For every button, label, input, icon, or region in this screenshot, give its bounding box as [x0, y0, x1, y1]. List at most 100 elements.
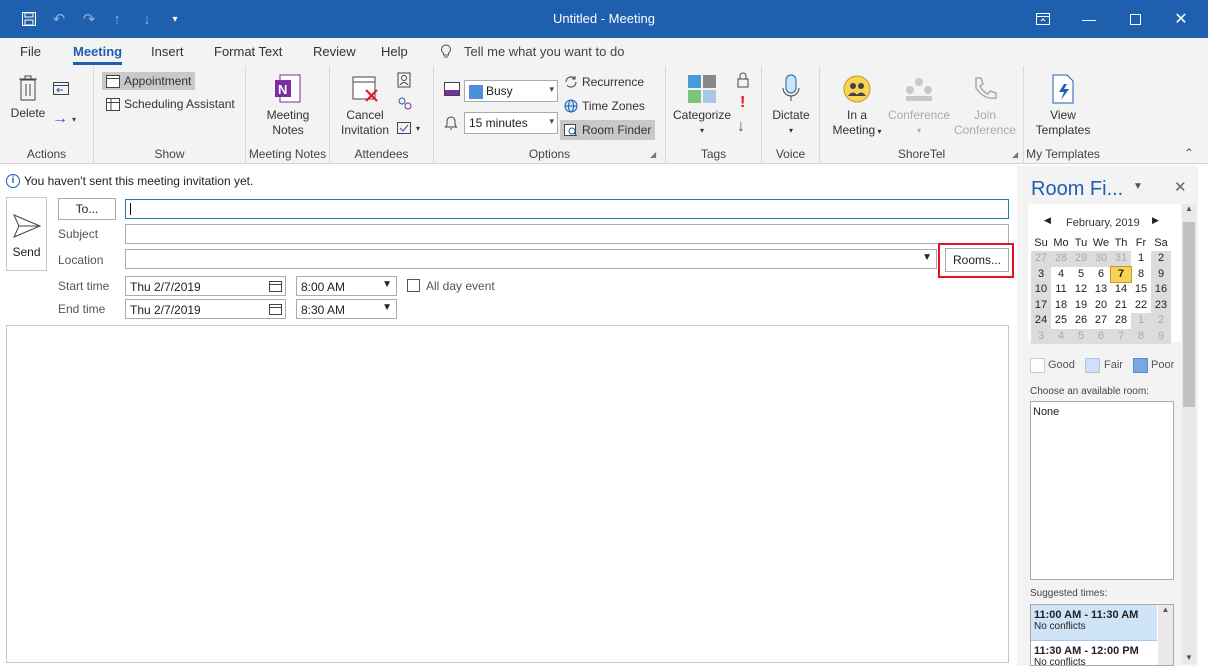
- calendar-day[interactable]: 12: [1071, 282, 1091, 298]
- calendar-day[interactable]: 7: [1110, 265, 1132, 283]
- close-button[interactable]: ✕: [1158, 0, 1204, 38]
- tab-insert[interactable]: Insert: [151, 44, 184, 59]
- reminder-dropdown[interactable]: 15 minutes ▾: [464, 112, 558, 134]
- scroll-thumb[interactable]: [1183, 222, 1195, 407]
- calendar-day[interactable]: 15: [1131, 282, 1151, 298]
- calendar-day[interactable]: 29: [1071, 251, 1091, 267]
- calendar-day[interactable]: 27: [1031, 251, 1051, 267]
- minimize-button[interactable]: —: [1066, 0, 1112, 38]
- prev-month-icon[interactable]: ◀: [1044, 215, 1051, 226]
- start-time-dropdown[interactable]: 8:00 AM ▼: [296, 276, 397, 296]
- join-conference-button[interactable]: Join Conference: [952, 74, 1018, 138]
- address-book-icon[interactable]: [396, 72, 412, 88]
- calendar-day[interactable]: 3: [1031, 266, 1051, 282]
- calendar-day[interactable]: 23: [1151, 297, 1171, 313]
- low-importance-icon[interactable]: ↓: [737, 118, 745, 136]
- all-day-checkbox[interactable]: [407, 279, 420, 292]
- calendar-day[interactable]: 20: [1091, 298, 1111, 314]
- calendar-arrow-icon[interactable]: [52, 80, 70, 96]
- calendar-day[interactable]: 10: [1031, 282, 1051, 298]
- scroll-down-icon[interactable]: ▼: [1182, 653, 1196, 662]
- tab-review[interactable]: Review: [313, 44, 356, 59]
- calendar-day[interactable]: 21: [1111, 298, 1131, 314]
- calendar-day[interactable]: 17: [1031, 297, 1051, 313]
- pane-scrollbar[interactable]: ▲ ▼: [1182, 204, 1196, 664]
- calendar-day[interactable]: 16: [1151, 282, 1171, 298]
- calendar-day[interactable]: 9: [1151, 328, 1171, 344]
- calendar-day[interactable]: 3: [1031, 328, 1051, 344]
- suggested-times-list[interactable]: 11:00 AM - 11:30 AM No conflicts 11:30 A…: [1030, 604, 1174, 666]
- tab-file[interactable]: File: [20, 44, 41, 59]
- calendar-day[interactable]: 14: [1111, 282, 1131, 298]
- time-zones-button[interactable]: Time Zones: [564, 99, 645, 113]
- high-importance-icon[interactable]: !: [740, 94, 745, 112]
- calendar-day[interactable]: 2: [1151, 313, 1171, 329]
- suggestion-item[interactable]: 11:30 AM - 12:00 PM No conflicts: [1031, 641, 1157, 665]
- calendar-day[interactable]: 30: [1091, 251, 1111, 267]
- subject-field[interactable]: [125, 224, 1009, 244]
- conference-button[interactable]: Conference ▾: [886, 74, 952, 138]
- calendar-day[interactable]: 25: [1051, 313, 1071, 329]
- calendar-day[interactable]: 8: [1131, 267, 1151, 283]
- suggestion-item[interactable]: 11:00 AM - 11:30 AM No conflicts: [1031, 605, 1157, 641]
- calendar-day[interactable]: 6: [1091, 267, 1111, 283]
- pane-close-icon[interactable]: ✕: [1174, 178, 1187, 196]
- calendar-day[interactable]: 24: [1031, 313, 1051, 329]
- in-a-meeting-button[interactable]: In a Meeting ▾: [826, 74, 888, 139]
- location-field[interactable]: ▼: [125, 249, 937, 269]
- delete-button[interactable]: Delete: [8, 74, 48, 121]
- lock-icon[interactable]: [736, 72, 750, 88]
- calendar-day[interactable]: 1: [1131, 251, 1151, 267]
- next-month-icon[interactable]: ▶: [1152, 215, 1159, 226]
- cancel-invitation-button[interactable]: Cancel Invitation: [336, 74, 394, 138]
- calendar-day[interactable]: 6: [1091, 328, 1111, 344]
- calendar-day[interactable]: 31: [1111, 251, 1131, 267]
- meeting-notes-button[interactable]: N Meeting Notes: [260, 74, 316, 138]
- calendar-day[interactable]: 28: [1111, 313, 1131, 329]
- calendar-day[interactable]: 22: [1131, 298, 1151, 314]
- send-button[interactable]: Send: [6, 197, 47, 271]
- categorize-button[interactable]: Categorize ▾: [672, 74, 732, 138]
- calendar-day[interactable]: 5: [1071, 267, 1091, 283]
- appointment-button[interactable]: Appointment: [102, 72, 196, 90]
- show-as-dropdown[interactable]: Busy ▾: [464, 80, 558, 102]
- to-button[interactable]: To...: [58, 198, 116, 220]
- maximize-button[interactable]: [1112, 0, 1158, 38]
- calendar-day[interactable]: 28: [1051, 251, 1071, 267]
- recurrence-button[interactable]: Recurrence: [564, 75, 644, 89]
- calendar-day[interactable]: 2: [1151, 251, 1171, 267]
- calendar-day[interactable]: 18: [1051, 298, 1071, 314]
- tab-meeting[interactable]: Meeting: [73, 44, 123, 65]
- calendar-day[interactable]: 27: [1091, 313, 1111, 329]
- message-body[interactable]: [6, 325, 1009, 663]
- room-finder-button[interactable]: Room Finder: [560, 120, 656, 140]
- room-list[interactable]: None: [1030, 401, 1174, 580]
- room-list-item[interactable]: None: [1031, 402, 1173, 422]
- calendar-day[interactable]: 26: [1071, 313, 1091, 329]
- calendar-day[interactable]: 4: [1051, 267, 1071, 283]
- end-time-dropdown[interactable]: 8:30 AM ▼: [296, 299, 397, 319]
- calendar-day[interactable]: 9: [1151, 266, 1171, 282]
- view-templates-button[interactable]: View Templates: [1028, 74, 1098, 138]
- tell-me-search[interactable]: Tell me what you want to do: [464, 44, 624, 59]
- dictate-button[interactable]: Dictate ▾: [768, 74, 814, 138]
- to-field[interactable]: [125, 199, 1009, 219]
- pane-menu-icon[interactable]: ▼: [1133, 181, 1143, 192]
- calendar-day[interactable]: 7: [1111, 328, 1131, 344]
- end-date-field[interactable]: Thu 2/7/2019: [125, 299, 286, 319]
- ribbon-display-icon[interactable]: [1020, 0, 1066, 38]
- scroll-up-icon[interactable]: ▲: [1182, 204, 1196, 213]
- calendar-day[interactable]: 8: [1131, 328, 1151, 344]
- rooms-button[interactable]: Rooms...: [945, 248, 1009, 272]
- forward-icon[interactable]: → ▾: [52, 110, 76, 128]
- scheduling-assistant-button[interactable]: Scheduling Assistant: [106, 97, 235, 111]
- calendar-day[interactable]: 11: [1051, 282, 1071, 298]
- calendar-grid[interactable]: 27 28 29 30 31 1 2 3 4 5 6 7 8 9 10 11 12 13 14 15 16 17 18 19 2…: [1031, 251, 1171, 344]
- calendar-day[interactable]: 5: [1071, 328, 1091, 344]
- response-options-icon[interactable]: ▾: [396, 120, 420, 136]
- check-names-icon[interactable]: [396, 96, 414, 112]
- calendar-day[interactable]: 4: [1051, 328, 1071, 344]
- collapse-ribbon-icon[interactable]: ⌃: [1184, 146, 1194, 160]
- tab-format-text[interactable]: Format Text: [214, 44, 282, 59]
- tab-help[interactable]: Help: [381, 44, 408, 59]
